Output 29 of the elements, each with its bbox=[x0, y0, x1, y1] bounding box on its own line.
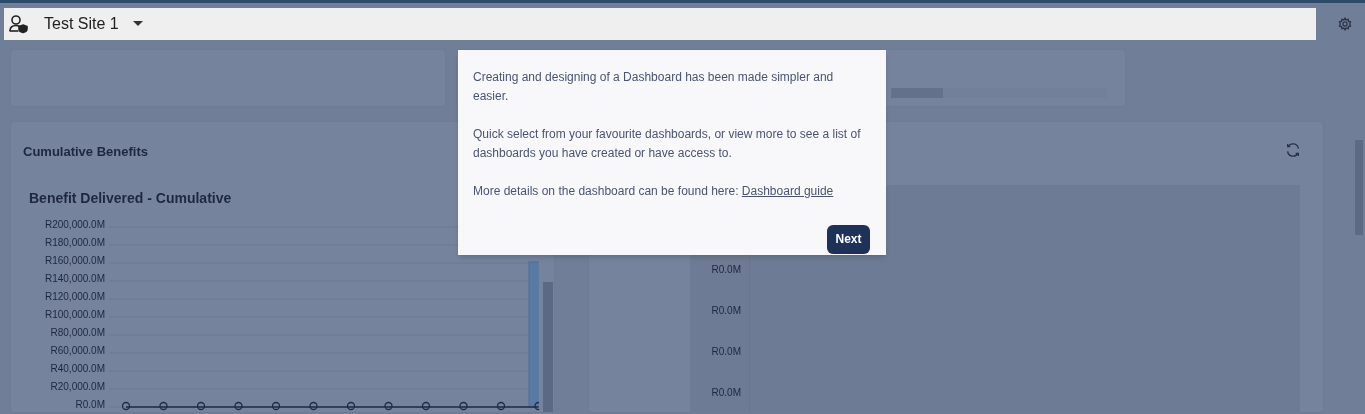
axis-label: R20,000.0M bbox=[50, 379, 105, 394]
axis-label: R40,000.0M bbox=[50, 361, 105, 376]
site-selector[interactable]: Test Site 1 bbox=[4, 8, 1316, 40]
axis-label: R0.0M bbox=[75, 397, 105, 412]
popup-text: Quick select from your favourite dashboards, or view more to see a list of dashboards you have created or have access to. bbox=[473, 126, 862, 162]
settings-icon[interactable] bbox=[1338, 17, 1352, 31]
guide-link[interactable]: Dashboard guide bbox=[741, 184, 834, 198]
user-shield-icon bbox=[8, 14, 30, 34]
caret-icon bbox=[132, 21, 143, 27]
popup-text: Creating and designing of a Dashboard has been made simpler and easier. bbox=[473, 69, 835, 105]
axis-label: R60,000.0M bbox=[50, 343, 105, 358]
axis-label: R120,000.0M bbox=[44, 289, 105, 304]
popup-text: More details on the dashboard can be found here: Dashboard guide bbox=[473, 183, 835, 200]
refresh-icon[interactable] bbox=[1285, 142, 1301, 158]
axis-label: R100,000.0M bbox=[44, 307, 105, 322]
scrollbar[interactable] bbox=[543, 281, 553, 412]
axis-label: R0.0M bbox=[711, 263, 741, 277]
site-name: Test Site 1 bbox=[44, 14, 119, 34]
axis-label: R160,000.0M bbox=[44, 253, 105, 268]
axis-label: R200,000.0M bbox=[44, 217, 105, 232]
chart-title: Benefit Delivered - Cumulative bbox=[29, 188, 232, 208]
card-title: Cumulative Benefits bbox=[23, 143, 148, 161]
next-button[interactable]: Next bbox=[827, 225, 870, 254]
axis-label: R140,000.0M bbox=[44, 271, 105, 286]
axis-label: R0.0M bbox=[711, 304, 741, 318]
axis-label: R80,000.0M bbox=[50, 325, 105, 340]
axis-label: R0.0M bbox=[711, 386, 741, 400]
axis-label: R180,000.0M bbox=[44, 235, 105, 250]
axis-label: R0.0M bbox=[711, 345, 741, 359]
